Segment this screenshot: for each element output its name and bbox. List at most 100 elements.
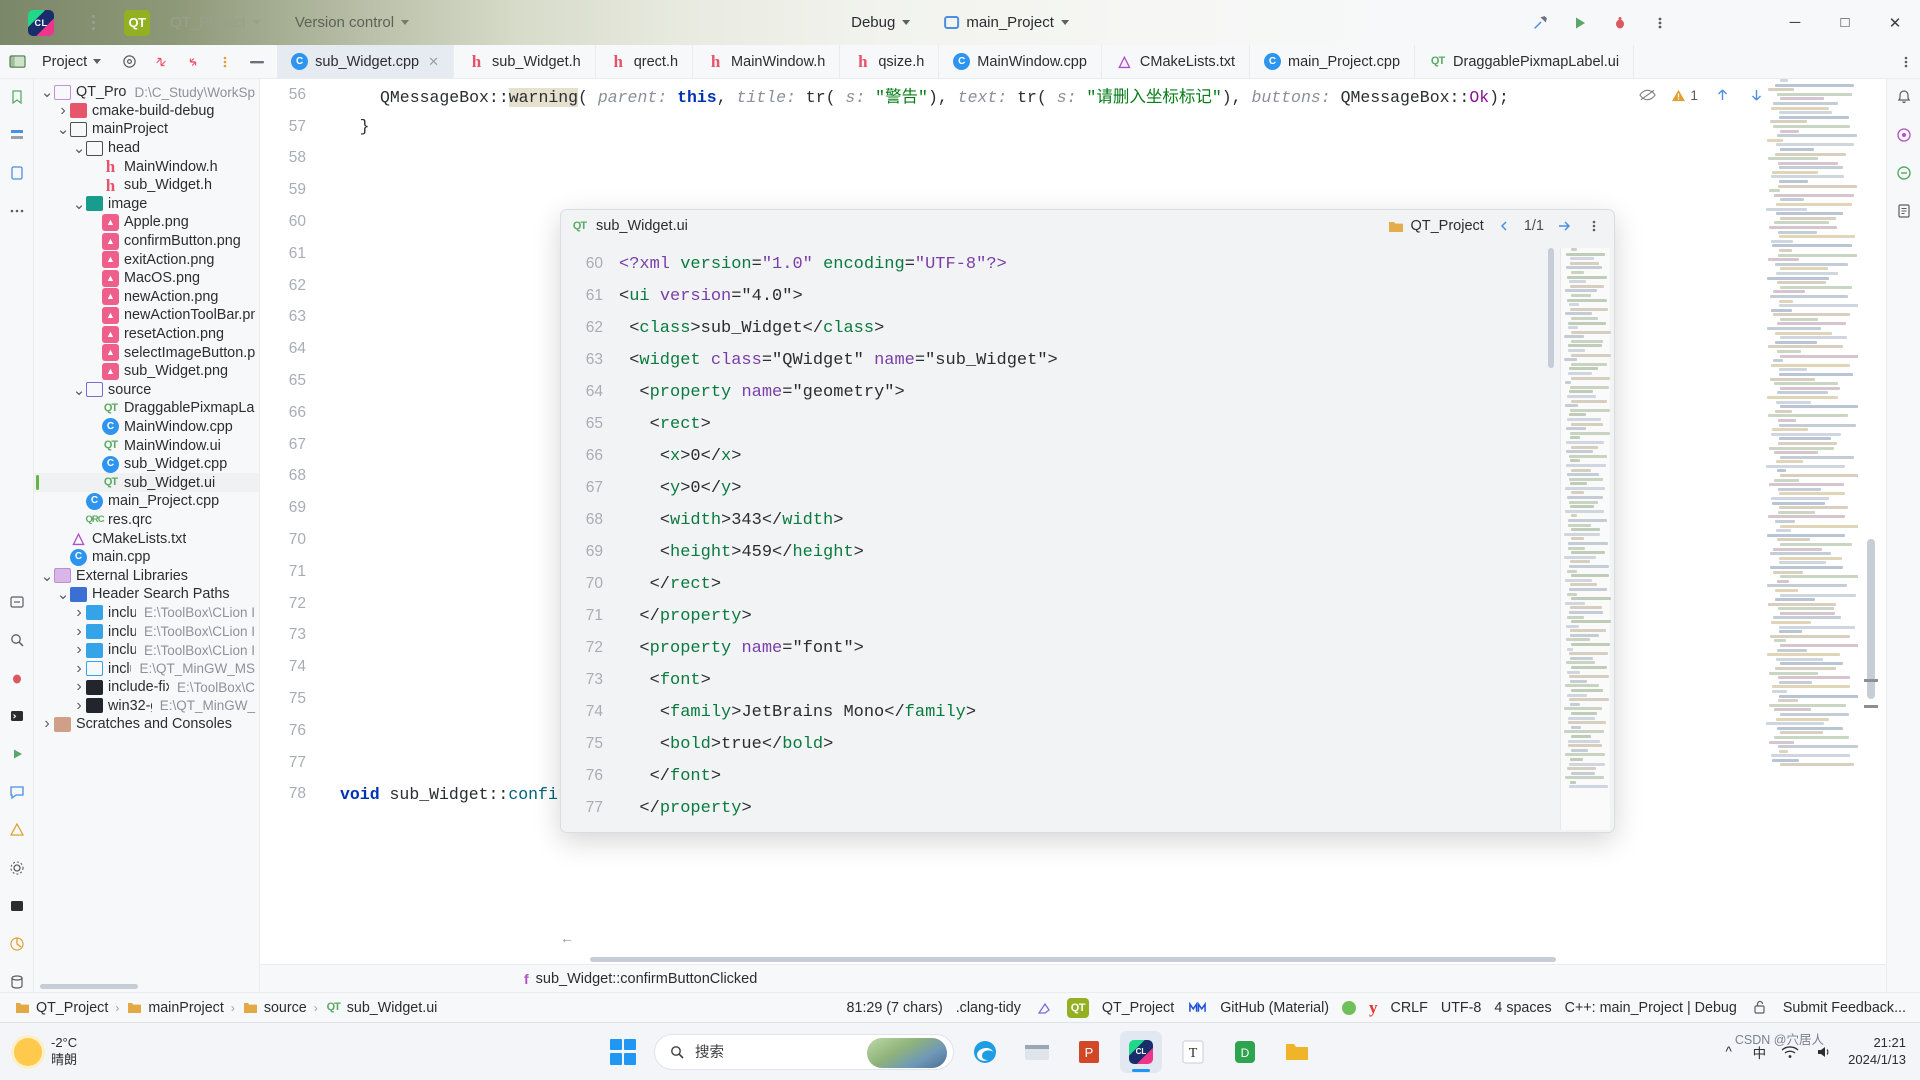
tree-row[interactable]: › include E:\ToolBox\CLion I: [34, 622, 259, 641]
submit-feedback-link[interactable]: Submit Feedback...: [1783, 1000, 1906, 1016]
tree-row[interactable]: QT sub_Widget.ui: [34, 473, 259, 493]
code-editor[interactable]: 56 QMessageBox::warning( parent: this, ti…: [260, 79, 1886, 992]
arrow-right-icon[interactable]: [1554, 216, 1574, 236]
chevron-right-icon[interactable]: ›: [72, 660, 86, 678]
tree-row[interactable]: › include E:\ToolBox\CLion I: [34, 641, 259, 660]
bookmarks-rail-icon[interactable]: [7, 87, 27, 107]
project-selector[interactable]: QT_Project: [162, 10, 269, 35]
taskbar-app-powerpoint[interactable]: P: [1068, 1031, 1110, 1073]
taskbar-clock[interactable]: 21:21 2024/1/13: [1848, 1035, 1906, 1068]
tree-row[interactable]: QT DraggablePixmapLabel: [34, 399, 259, 418]
editor-tab[interactable]: h qsize.h: [840, 45, 940, 78]
problems-rail-icon[interactable]: [7, 820, 27, 840]
expand-all-icon[interactable]: [151, 52, 171, 72]
warning-count-badge[interactable]: 1: [1671, 87, 1698, 103]
taskbar-app-dingtalk[interactable]: D: [1224, 1031, 1266, 1073]
debug-rail-icon[interactable]: [7, 668, 27, 688]
chevron-down-icon[interactable]: ⌄: [40, 567, 54, 585]
chevron-down-icon[interactable]: ⌄: [72, 139, 86, 157]
find-rail-icon[interactable]: [7, 630, 27, 650]
tree-row[interactable]: › cmake-build-debug: [34, 102, 259, 121]
tree-row[interactable]: ▲ MacOS.png: [34, 269, 259, 288]
chevron-right-icon[interactable]: ›: [72, 641, 86, 659]
tree-row[interactable]: ⌄ image: [34, 195, 259, 214]
chevron-right-icon[interactable]: ›: [72, 697, 86, 715]
structure-rail-icon[interactable]: [7, 125, 27, 145]
tree-row[interactable]: ⌄ External Libraries: [34, 566, 259, 585]
tree-row[interactable]: ▲ sub_Widget.png: [34, 362, 259, 381]
chevron-down-icon[interactable]: ⌄: [72, 195, 86, 213]
build-hammer-icon[interactable]: [1530, 13, 1550, 33]
popup-scrollbar[interactable]: [1548, 248, 1554, 828]
chevron-down-icon[interactable]: ⌄: [72, 381, 86, 399]
more-rail-icon[interactable]: [7, 201, 27, 221]
tool-window-toggle[interactable]: [0, 45, 34, 78]
file-preview-popup[interactable]: QT sub_Widget.ui QT_Project 1/1 60 <?xml…: [560, 209, 1615, 833]
project-tree[interactable]: ⌄ QT_Project D:\C_Study\WorkSp › cmake-build…: [34, 79, 260, 992]
language-target[interactable]: C++: main_Project | Debug: [1565, 1000, 1737, 1016]
editor-tab[interactable]: Cmain_Project.cpp: [1250, 45, 1416, 78]
commit-rail-icon[interactable]: [7, 163, 27, 183]
chevron-down-icon[interactable]: ⌄: [56, 120, 70, 138]
tree-row[interactable]: ▲ resetAction.png: [34, 325, 259, 344]
tree-row[interactable]: QRC res.qrc: [34, 511, 259, 530]
version-control-menu[interactable]: Version control: [287, 10, 417, 35]
inspection-profile[interactable]: .clang-tidy: [956, 1000, 1021, 1016]
taskbar-search[interactable]: 搜索: [654, 1033, 954, 1070]
taskbar-app-folder[interactable]: [1276, 1031, 1318, 1073]
editor-tab[interactable]: Csub_Widget.cpp ✕: [277, 45, 455, 78]
chevron-right-icon[interactable]: ›: [72, 604, 86, 622]
next-problem-icon[interactable]: [1746, 85, 1766, 105]
hide-inspections-icon[interactable]: [1637, 85, 1657, 105]
breadcrumb-item[interactable]: QT sub_Widget.ui: [325, 999, 438, 1016]
chevron-right-icon[interactable]: ›: [56, 102, 70, 120]
breadcrumb[interactable]: QT_Project › mainProject › source › QT sub_Widg…: [14, 999, 437, 1016]
run-icon[interactable]: [1570, 13, 1590, 33]
editor-tab[interactable]: h MainWindow.h: [693, 45, 841, 78]
editor-tab[interactable]: QT DraggablePixmapLabel.ui: [1415, 45, 1635, 78]
tree-row[interactable]: C MainWindow.cpp: [34, 418, 259, 437]
editor-horizontal-scrollbar[interactable]: [590, 957, 1556, 962]
popup-scrollbar-thumb[interactable]: [1548, 248, 1554, 368]
tree-row[interactable]: › win32-g++ E:\QT_MinGW_: [34, 697, 259, 716]
qt-designer-icon[interactable]: [1894, 163, 1914, 183]
close-button[interactable]: ✕: [1870, 0, 1920, 45]
breadcrumb-item[interactable]: source: [242, 999, 307, 1016]
chevron-down-icon[interactable]: ⌄: [40, 83, 54, 101]
chevron-down-icon[interactable]: ⌄: [56, 585, 70, 603]
editor-tab[interactable]: △ CMakeLists.txt: [1102, 45, 1250, 78]
settings-rail-icon[interactable]: [7, 858, 27, 878]
scrollbar-thumb[interactable]: [1867, 539, 1875, 699]
tree-row[interactable]: › include E:\QT_MinGW_MS: [34, 659, 259, 678]
tree-row[interactable]: › include-fixed E:\ToolBox\C: [34, 678, 259, 697]
tree-row[interactable]: ▲ exitAction.png: [34, 250, 259, 269]
encoding[interactable]: UTF-8: [1441, 1000, 1482, 1016]
method-breadcrumb[interactable]: f sub_Widget::confirmButtonClicked: [260, 964, 1886, 992]
taskbar-app-clion[interactable]: CL: [1120, 1030, 1162, 1073]
terminal2-rail-icon[interactable]: [7, 896, 27, 916]
tree-row[interactable]: ⌄ mainProject: [34, 120, 259, 139]
project-tool-label[interactable]: Project: [34, 45, 109, 78]
qt-status-badge[interactable]: QT: [1066, 997, 1089, 1018]
tree-row[interactable]: ▲ confirmButton.png: [34, 232, 259, 251]
tree-row[interactable]: ⌄ Header Search Paths: [34, 585, 259, 604]
sidebar-horizontal-scrollbar[interactable]: [40, 984, 138, 989]
messages-rail-icon[interactable]: [7, 782, 27, 802]
breadcrumb-item[interactable]: QT_Project: [14, 999, 108, 1016]
tree-row[interactable]: Cmain_Project.cpp: [34, 492, 259, 511]
weather-widget[interactable]: -2°C 晴朗: [0, 1035, 240, 1068]
caret-position[interactable]: 81:29 (7 chars): [847, 1000, 943, 1016]
collapse-all-icon[interactable]: [183, 52, 203, 72]
editor-tab[interactable]: h sub_Widget.h: [454, 45, 596, 78]
hide-tool-window-icon[interactable]: [247, 52, 267, 72]
close-tab-icon[interactable]: ✕: [428, 54, 439, 70]
more-options-icon[interactable]: [1584, 216, 1604, 236]
fold-arrow-icon[interactable]: ←: [560, 930, 574, 946]
chevron-left-icon[interactable]: [1494, 216, 1514, 236]
tab-list-more-icon[interactable]: [1892, 45, 1920, 78]
editor-vertical-scrollbar[interactable]: [1864, 79, 1878, 992]
tree-row[interactable]: ▲ selectImageButton.png: [34, 343, 259, 362]
vcs-branch-label[interactable]: GitHub (Material): [1220, 1000, 1329, 1016]
tree-row[interactable]: ▲ Apple.png: [34, 213, 259, 232]
tree-row[interactable]: ⌄ QT_Project D:\C_Study\WorkSp: [34, 83, 259, 102]
